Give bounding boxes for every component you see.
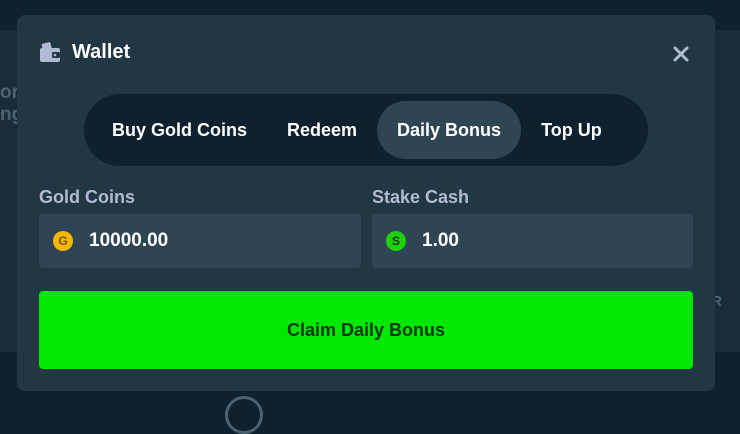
- background-avatar: [225, 396, 263, 434]
- gold-coins-field: G 10000.00: [39, 214, 361, 268]
- gold-coin-icon: G: [53, 231, 73, 251]
- stake-cash-field: S 1.00: [372, 214, 693, 268]
- modal-title: Wallet: [72, 41, 131, 63]
- close-button[interactable]: [669, 42, 693, 66]
- gold-coins-label: Gold Coins: [39, 187, 135, 207]
- stake-cash-value: 1.00: [422, 230, 459, 251]
- tab-buy-gold-coins[interactable]: Buy Gold Coins: [92, 101, 267, 159]
- claim-daily-bonus-label: Claim Daily Bonus: [286, 319, 446, 340]
- tab-top-up[interactable]: Top Up: [521, 101, 622, 159]
- stake-cash-icon: S: [386, 231, 406, 251]
- gold-coins-value: 10000.00: [89, 230, 169, 251]
- tab-redeem[interactable]: Redeem: [267, 101, 377, 159]
- modal-header: Wallet: [39, 41, 130, 64]
- close-icon: [673, 46, 689, 62]
- claim-daily-bonus-button[interactable]: Claim Daily Bonus: [39, 291, 693, 369]
- tab-daily-bonus[interactable]: Daily Bonus: [377, 101, 522, 159]
- wallet-tabs: Buy Gold Coins Redeem Daily Bonus Top Up: [84, 94, 648, 166]
- wallet-icon: [39, 41, 61, 64]
- wallet-modal: Wallet Buy Gold Coins Redeem Daily Bonus…: [17, 15, 715, 391]
- stake-cash-label: Stake Cash: [372, 187, 470, 207]
